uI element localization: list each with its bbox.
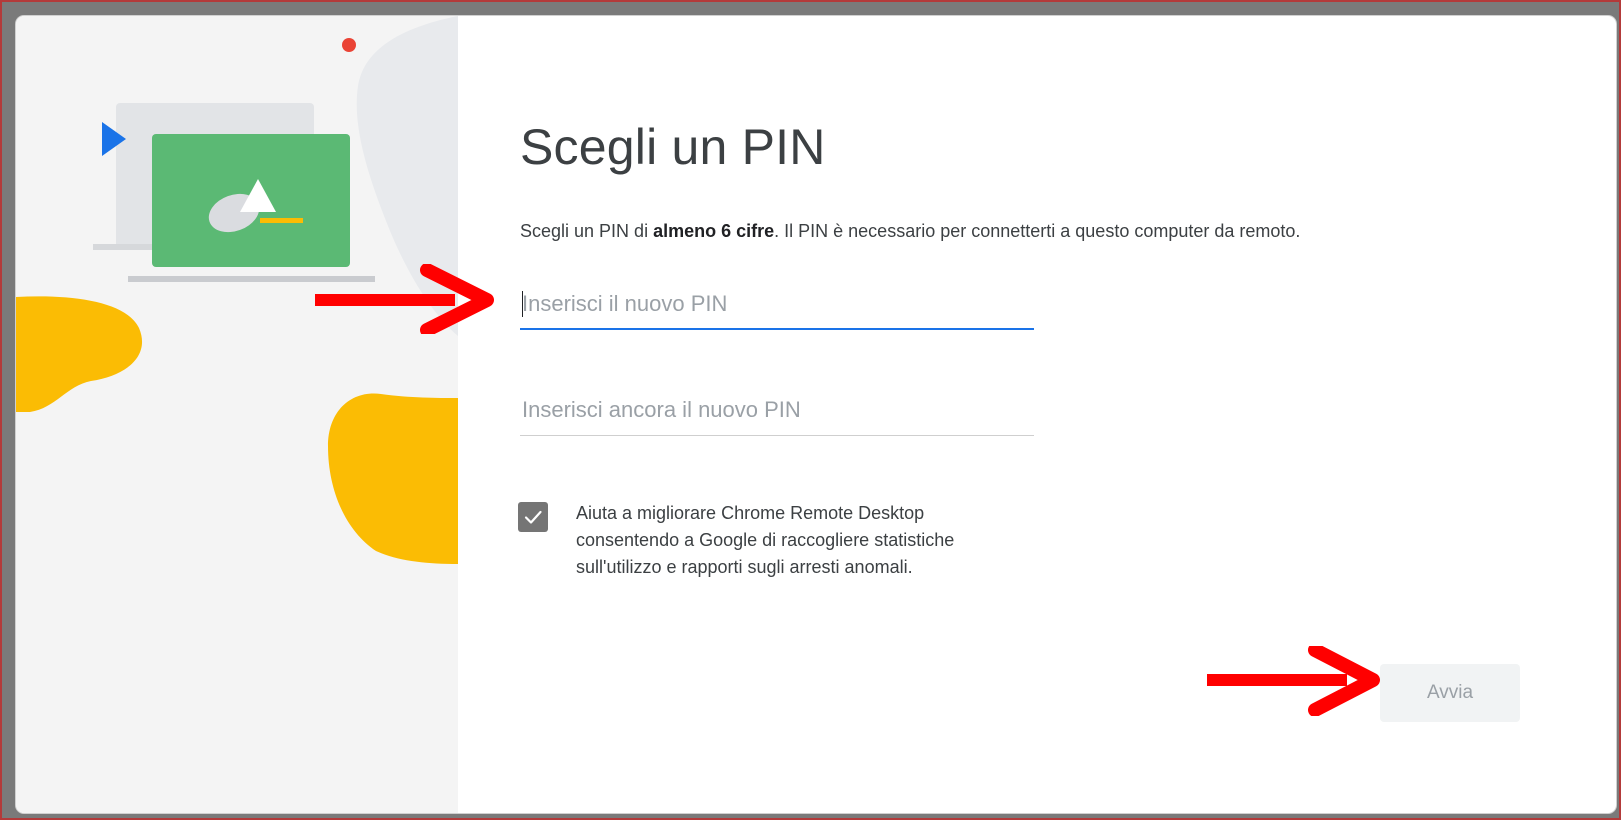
- text-caret: [522, 291, 523, 317]
- pin-input[interactable]: [520, 284, 1034, 324]
- illustration-yellow-blob-left: [16, 296, 143, 412]
- illustration-red-dot: [342, 38, 356, 52]
- pin-confirm-input[interactable]: [520, 390, 1034, 430]
- pin-input-underline: [520, 328, 1034, 330]
- illustration-yellow-bar: [260, 218, 303, 223]
- arrow-right-icon: [1207, 646, 1380, 716]
- remote-desktop-illustration: [16, 16, 458, 813]
- pin-confirm-underline: [520, 435, 1034, 436]
- start-button[interactable]: Avvia: [1380, 664, 1520, 722]
- consent-checkbox-label: Aiuta a migliorare Chrome Remote Desktop…: [576, 503, 955, 577]
- consent-checkbox[interactable]: [518, 502, 548, 532]
- pin-description: Scegli un PIN di almeno 6 cifre. Il PIN …: [520, 221, 1300, 242]
- page-title: Scegli un PIN: [520, 119, 826, 175]
- dialog-content: Scegli un PIN Scegli un PIN di almeno 6 …: [458, 16, 1616, 813]
- pin-field: [520, 284, 1034, 330]
- screenshot-frame: Scegli un PIN Scegli un PIN di almeno 6 …: [0, 0, 1621, 820]
- arrow-right-icon: [315, 264, 494, 334]
- illustration-art: [16, 16, 458, 564]
- check-icon: [524, 510, 542, 524]
- description-emphasis: almeno 6 cifre: [653, 221, 775, 241]
- description-suffix: . Il PIN è necessario per connetterti a …: [774, 221, 1301, 241]
- illustration-yellow-blob-right: [328, 393, 458, 564]
- pin-confirm-field: [520, 390, 1034, 436]
- description-prefix: Scegli un PIN di: [520, 221, 654, 241]
